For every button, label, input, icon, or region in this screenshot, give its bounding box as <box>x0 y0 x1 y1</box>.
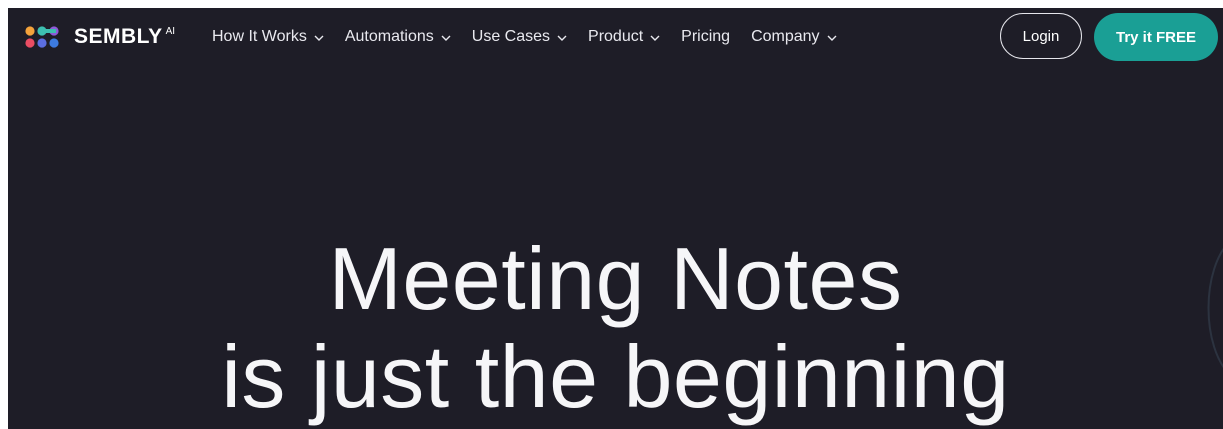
brand-name: SEMBLY <box>74 25 163 48</box>
hero-heading-line-2: is just the beginning <box>221 327 1010 426</box>
nav-item-automations[interactable]: Automations <box>345 28 451 46</box>
chevron-down-icon <box>441 35 451 41</box>
nav-item-how-it-works[interactable]: How It Works <box>212 28 324 46</box>
sembly-logo-icon <box>25 26 59 48</box>
nav-item-label: Automations <box>344 28 434 45</box>
nav-item-label: Use Cases <box>471 28 551 45</box>
decorative-arc <box>1207 248 1223 368</box>
nav-item-label: Company <box>751 28 820 45</box>
nav-item-product[interactable]: Product <box>588 28 660 46</box>
hero-heading: Meeting Notes is just the beginning <box>8 230 1223 426</box>
chevron-down-icon <box>314 35 324 41</box>
chevron-down-icon <box>650 35 660 41</box>
nav-item-label: Product <box>588 28 644 45</box>
nav-item-company[interactable]: Company <box>751 28 837 46</box>
top-navigation: SEMBLY AI How It Works Automations Use C… <box>8 8 1223 68</box>
try-free-button[interactable]: Try it FREE <box>1094 13 1218 61</box>
brand-logo[interactable]: SEMBLY AI <box>24 22 175 54</box>
login-button[interactable]: Login <box>1000 13 1082 59</box>
chevron-down-icon <box>827 35 837 41</box>
nav-item-pricing[interactable]: Pricing <box>681 28 730 46</box>
page-background: SEMBLY AI How It Works Automations Use C… <box>8 8 1223 429</box>
nav-item-label: Pricing <box>681 28 731 45</box>
main-menu: How It Works Automations Use Cases Produ… <box>212 24 858 50</box>
brand-superscript: AI <box>165 26 176 37</box>
chevron-down-icon <box>557 35 567 41</box>
hero-heading-line-1: Meeting Notes <box>328 229 903 328</box>
nav-item-label: How It Works <box>212 28 307 45</box>
nav-item-use-cases[interactable]: Use Cases <box>472 28 567 46</box>
